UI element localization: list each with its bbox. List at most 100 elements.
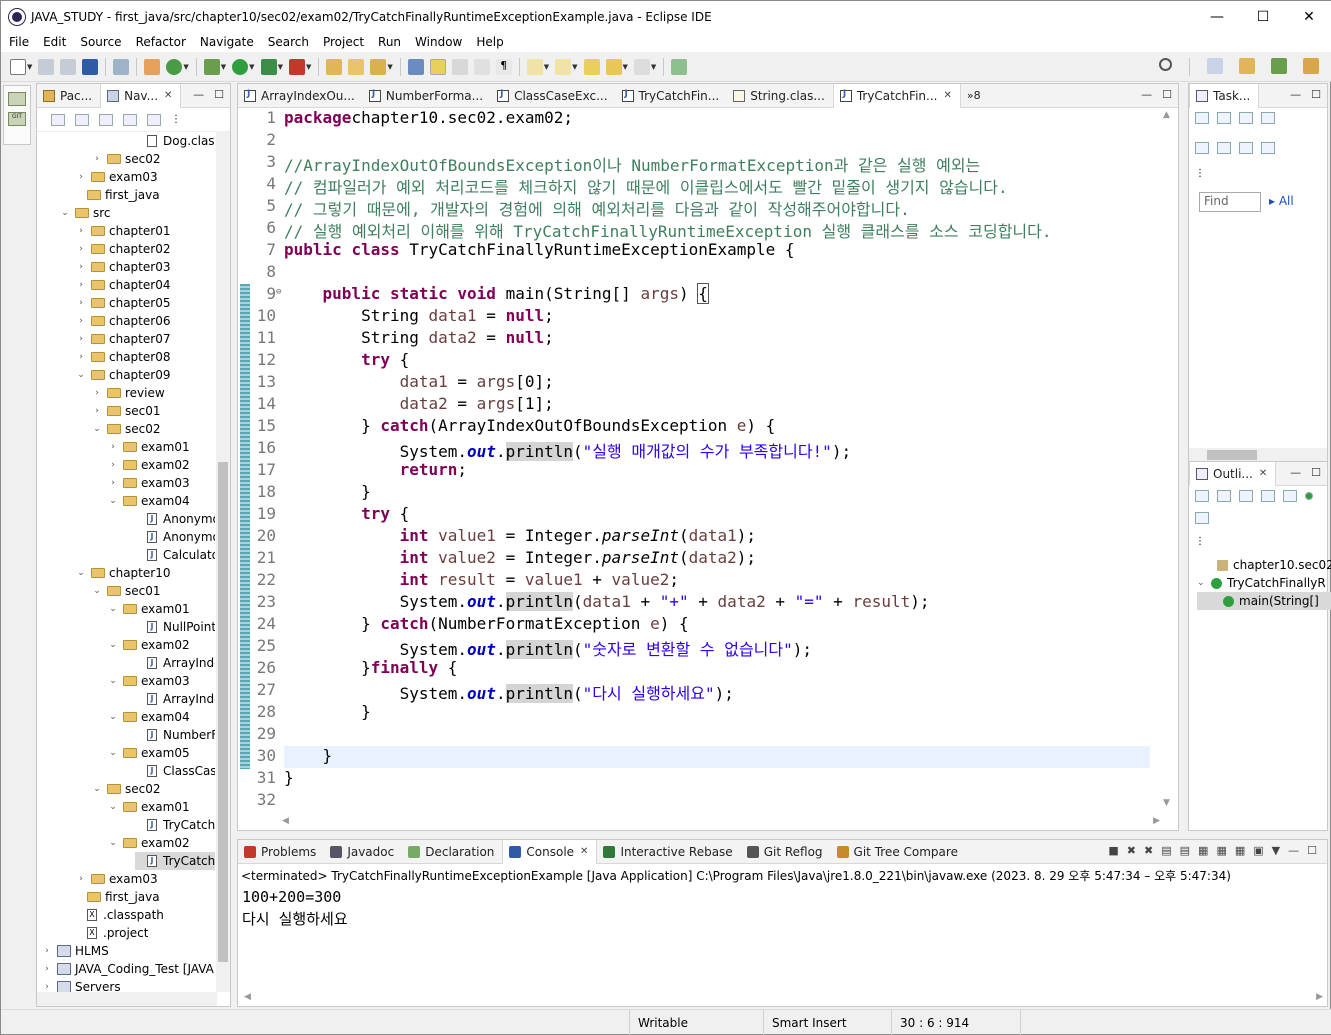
forward-icon[interactable]	[75, 113, 89, 126]
filter-icon[interactable]	[1217, 142, 1231, 154]
toggle-mark-icon[interactable]	[407, 58, 424, 75]
close-window-button[interactable]: ✕	[1286, 1, 1331, 32]
skip-breakpoints-icon[interactable]	[113, 58, 130, 75]
java-perspective-icon[interactable]	[1303, 58, 1319, 74]
tree-item[interactable]: ⌄ exam01	[107, 600, 189, 618]
link-with-editor-icon[interactable]	[147, 113, 161, 126]
chevron-right-icon[interactable]: ›	[107, 442, 119, 452]
open-type-icon[interactable]	[348, 58, 365, 75]
chevron-right-icon[interactable]: ›	[75, 334, 87, 344]
chevron-down-icon[interactable]: ⌄	[75, 568, 87, 578]
explorer-horizontal-scrollbar[interactable]	[37, 992, 217, 1006]
scroll-down-icon[interactable]: ▼	[1163, 798, 1170, 808]
view-menu-icon[interactable]: ⋮	[1195, 168, 1205, 179]
scrollbar-thumb[interactable]	[1207, 450, 1257, 460]
tab-navigator[interactable]: Nav... ✕	[100, 83, 182, 108]
scroll-left-icon[interactable]: ◀	[244, 992, 251, 1002]
scroll-right-icon[interactable]: ▶	[1153, 816, 1160, 826]
scroll-left-icon[interactable]: ◀	[282, 816, 289, 826]
code-line[interactable]: int value2 = Integer.parseInt(data2);	[284, 548, 756, 567]
java-ee-perspective-icon[interactable]	[1239, 58, 1255, 74]
code-line[interactable]: data1 = args[0];	[284, 372, 554, 391]
tree-item[interactable]: J NumberFo	[135, 726, 215, 744]
block-select-icon[interactable]	[451, 58, 468, 75]
code-line[interactable]: packagechapter10.sec02.exam02;	[284, 108, 573, 127]
highlight-icon[interactable]	[429, 58, 446, 75]
collapse-all-icon[interactable]	[1239, 142, 1253, 154]
new-java-project-icon[interactable]	[326, 58, 343, 75]
tree-item[interactable]: ⌄ chapter10	[75, 564, 170, 582]
git-repositories-icon[interactable]: GIT	[8, 112, 26, 126]
tree-item[interactable]: › chapter01	[75, 222, 170, 240]
last-edit-icon[interactable]	[583, 58, 600, 75]
debug-icon[interactable]	[203, 58, 220, 75]
tab-outline[interactable]: Outli... ✕	[1189, 461, 1277, 486]
code-line[interactable]: int value1 = Integer.parseInt(data1);	[284, 526, 756, 545]
tree-item[interactable]: J NullPointe	[135, 618, 215, 636]
terminate-icon[interactable]: ■	[1108, 844, 1118, 857]
code-line[interactable]: System.out.println(data1 + "+" + data2 +…	[284, 592, 930, 611]
tree-item[interactable]: › chapter02	[75, 240, 170, 258]
close-icon[interactable]: ✕	[1259, 468, 1267, 479]
chevron-down-icon[interactable]: ⌄	[59, 208, 71, 218]
tree-item[interactable]: ⌄ exam04	[107, 492, 189, 510]
tree-item[interactable]: › chapter08	[75, 348, 170, 366]
tasks-vertical-scrollbar[interactable]	[1311, 112, 1325, 434]
tab-editor-file[interactable]: TryCatchFin...	[616, 84, 728, 108]
scheduled-icon[interactable]	[1239, 112, 1253, 124]
editor-tab-overflow[interactable]: »8	[961, 84, 989, 108]
fold-icon[interactable]: ⊖	[276, 287, 281, 297]
code-line[interactable]: }	[284, 482, 371, 501]
tab-interactive-rebase[interactable]: Interactive Rebase	[597, 840, 740, 864]
maximize-button[interactable]: ☐	[1240, 1, 1286, 32]
code-line[interactable]: public class TryCatchFinallyRuntimeExcep…	[284, 240, 795, 259]
code-line[interactable]: }finally {	[284, 658, 457, 677]
terminal-icon[interactable]	[82, 58, 99, 75]
scroll-right-icon[interactable]: ▶	[1316, 992, 1323, 1002]
menu-edit[interactable]: Edit	[35, 35, 72, 49]
chevron-right-icon[interactable]: ›	[41, 964, 53, 974]
chevron-down-icon[interactable]: ⌄	[107, 712, 119, 722]
tree-item[interactable]: ⌄ exam05	[107, 744, 189, 762]
new-icon[interactable]	[10, 58, 26, 75]
chevron-down-icon[interactable]: ⌄	[107, 640, 119, 650]
code-line[interactable]: public static void main(String[] args) {	[284, 283, 709, 304]
outline-item[interactable]: main(String[]	[1197, 592, 1331, 610]
view-menu-icon[interactable]: ⋮	[1195, 536, 1205, 547]
chevron-right-icon[interactable]: ›	[91, 154, 103, 164]
tree-item[interactable]: J Calculator	[135, 546, 215, 564]
tab-problems[interactable]: Problems	[238, 840, 324, 864]
tree-item[interactable]: ⌄ src	[59, 204, 110, 222]
code-line[interactable]: }	[284, 768, 294, 787]
save-all-icon[interactable]	[60, 58, 77, 75]
code-line[interactable]: data2 = args[1];	[284, 394, 554, 413]
minimize-view-icon[interactable]: —	[1288, 844, 1299, 857]
open-perspective-icon[interactable]	[1207, 58, 1223, 74]
chevron-down-icon[interactable]: ⌄	[107, 496, 119, 506]
collapse-all-icon[interactable]	[1217, 490, 1231, 502]
maximize-view-icon[interactable]: ☐	[214, 88, 224, 101]
chevron-down-icon[interactable]: ⌄	[107, 604, 119, 614]
focus-icon[interactable]	[1261, 112, 1275, 124]
menu-source[interactable]: Source	[72, 35, 127, 49]
open-task-icon[interactable]	[370, 58, 387, 75]
editor-vertical-scrollbar[interactable]: ▲ ▼	[1160, 108, 1174, 808]
restore-icon[interactable]	[8, 92, 26, 106]
chevron-down-icon[interactable]: ⌄	[91, 424, 103, 434]
tree-item[interactable]: J Anonymo	[135, 510, 215, 528]
tree-item[interactable]: › chapter03	[75, 258, 170, 276]
menu-search[interactable]: Search	[260, 35, 315, 49]
tree-item[interactable]: J ArrayIndex	[135, 690, 215, 708]
chevron-right-icon[interactable]: ›	[75, 352, 87, 362]
tree-item[interactable]: ⌄ sec01	[91, 582, 160, 600]
tab-console[interactable]: Console ✕	[502, 839, 598, 864]
categorized-icon[interactable]	[1217, 112, 1231, 124]
next-annotation-icon[interactable]	[526, 58, 543, 75]
hide-fields-icon[interactable]	[1261, 490, 1275, 502]
chevron-down-icon[interactable]: ⌄	[75, 370, 87, 380]
tab-package-explorer[interactable]: Pac...	[37, 84, 100, 108]
tree-item[interactable]: J ArrayIndex	[135, 654, 215, 672]
hide-static-icon[interactable]	[1283, 490, 1297, 502]
open-console-icon[interactable]: ▼	[1272, 844, 1280, 857]
coverage-icon[interactable]	[260, 58, 277, 75]
